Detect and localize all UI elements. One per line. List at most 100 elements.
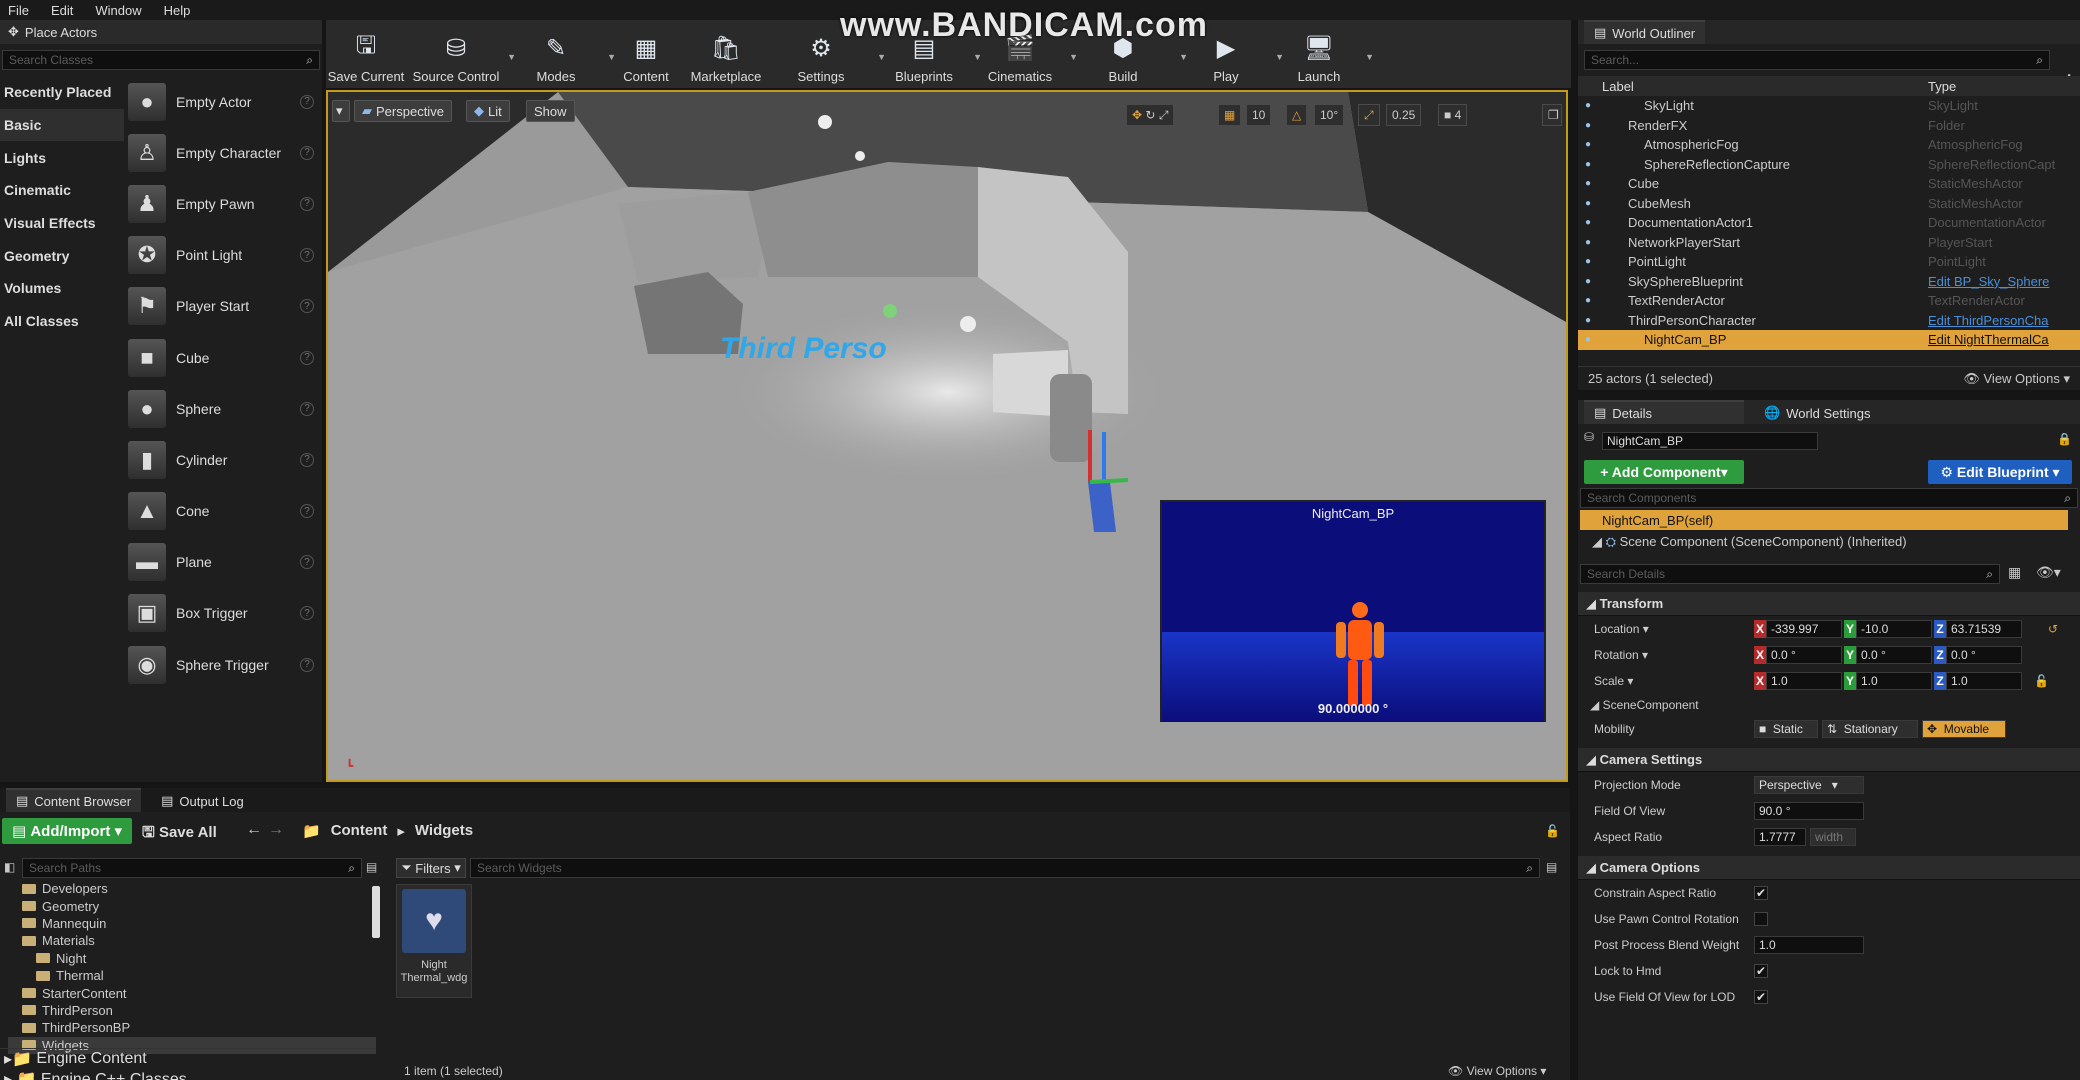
scene-component-subheader[interactable]: ◢ SceneComponent <box>1578 694 2080 716</box>
scale-snap-value[interactable]: 0.25 <box>1386 104 1422 126</box>
outliner-row[interactable]: ● CubeMesh StaticMeshActor <box>1578 194 2080 214</box>
folder-tree-item[interactable]: Night <box>8 950 376 967</box>
use-fov-for-lod-checkbox[interactable]: ✔ <box>1754 990 1768 1004</box>
show-button[interactable]: Show <box>526 100 575 122</box>
tab-world-outliner[interactable]: ▤ World Outliner <box>1584 20 1706 44</box>
lock-icon[interactable]: 🔓 <box>1545 824 1560 838</box>
tab-details[interactable]: ▤ Details <box>1584 400 1744 424</box>
actor-player-start[interactable]: ⚑ Player Start? <box>128 281 318 332</box>
help-icon[interactable]: ? <box>300 299 314 314</box>
scale-z-input[interactable]: 1.0 <box>1946 672 2022 690</box>
tree-scrollbar[interactable] <box>372 886 380 938</box>
column-label[interactable]: Label <box>1602 79 1634 94</box>
component-self-row[interactable]: NightCam_BP(self) <box>1580 510 2068 530</box>
visibility-eye-icon[interactable]: ● <box>1578 198 1598 209</box>
visibility-eye-icon[interactable]: ● <box>1578 120 1598 131</box>
actor-plane[interactable]: ▬ Plane? <box>128 537 318 588</box>
save-search-icon[interactable]: ▤ <box>1546 860 1557 874</box>
category-geometry[interactable]: Geometry <box>0 239 124 272</box>
search-widgets-input[interactable]: Search Widgets ⌕ <box>470 858 1540 878</box>
lock-icon[interactable]: 🔒 <box>2057 432 2072 446</box>
outliner-row[interactable]: ● NightCam_BP Edit NightThermalCa <box>1578 330 2080 350</box>
folder-tree-item[interactable]: Geometry <box>8 897 376 914</box>
use-pawn-control-rotation-checkbox[interactable] <box>1754 912 1768 926</box>
add-import-button[interactable]: ▤ Add/Import ▾ <box>2 818 132 844</box>
aspect-ratio-unit-select[interactable]: width <box>1810 828 1856 846</box>
search-classes-input[interactable]: Search Classes ⌕ <box>2 50 320 70</box>
category-basic[interactable]: Basic <box>0 108 124 142</box>
help-icon[interactable]: ? <box>300 401 314 416</box>
save-all-button[interactable]: 🖫 Save All <box>142 822 217 847</box>
folder-tree-item[interactable]: Materials <box>8 932 376 949</box>
mobility-movable-button[interactable]: ✥ Movable <box>1922 720 2006 738</box>
actor-cone[interactable]: ▲ Cone? <box>128 486 318 537</box>
marketplace-button[interactable]: 🛍 Marketplace <box>686 22 766 85</box>
level-viewport[interactable]: Third Perso ┗ ▾ ▰ Perspective ◆ Lit Show ✥… <box>326 90 1568 782</box>
outliner-row[interactable]: ● PointLight PointLight <box>1578 252 2080 272</box>
tab-world-settings[interactable]: 🌐 World Settings <box>1754 400 1881 424</box>
visibility-eye-icon[interactable]: ● <box>1578 256 1598 267</box>
rotation-x-input[interactable]: 0.0 ° <box>1766 646 1842 664</box>
rotation-label[interactable]: Rotation ▾ <box>1594 648 1648 662</box>
reset-icon[interactable]: ↺ <box>2048 622 2058 636</box>
edit-blueprint-link[interactable]: Edit ThirdPersonCha <box>1928 313 2048 328</box>
forward-icon[interactable]: → <box>268 821 284 839</box>
outliner-row[interactable]: ● DocumentationActor1 DocumentationActor <box>1578 213 2080 233</box>
visibility-eye-icon[interactable]: ● <box>1578 139 1598 150</box>
filters-button[interactable]: ⏷ Filters ▾ <box>396 858 466 878</box>
column-type[interactable]: Type <box>1928 79 1956 94</box>
breadcrumb-widgets[interactable]: Widgets <box>415 822 473 840</box>
outliner-row[interactable]: ● Cube StaticMeshActor <box>1578 174 2080 194</box>
add-component-button[interactable]: + Add Component ▾ <box>1584 460 1744 484</box>
camera-speed[interactable]: ■ 4 <box>1438 104 1468 126</box>
transform-header[interactable]: ◢ Transform <box>1578 592 2080 616</box>
engine-content-row[interactable]: ▸ 📁 Engine Content <box>0 1048 376 1068</box>
rotation-snap-toggle[interactable]: △ <box>1286 104 1308 126</box>
content-button[interactable]: ▦ Content <box>606 22 686 85</box>
category-all-classes[interactable]: All Classes <box>0 305 124 338</box>
outliner-row[interactable]: ● SkySphereBlueprint Edit BP_Sky_Sphere <box>1578 272 2080 292</box>
outliner-row[interactable]: ● AtmosphericFog AtmosphericFog <box>1578 135 2080 155</box>
asset-tile[interactable]: ♥ Night Thermal_wdg <box>396 884 472 998</box>
folder-tree-item[interactable]: ThirdPerson <box>8 1002 376 1019</box>
rotation-z-input[interactable]: 0.0 ° <box>1946 646 2022 664</box>
chevron-down-icon[interactable]: ▼ <box>1365 52 1374 62</box>
visibility-eye-icon[interactable]: ● <box>1578 159 1598 170</box>
category-recently-placed[interactable]: Recently Placed <box>0 76 124 109</box>
actor-name-input[interactable]: NightCam_BP <box>1602 432 1818 450</box>
scale-y-input[interactable]: 1.0 <box>1856 672 1932 690</box>
search-paths-input[interactable]: Search Paths ⌕ <box>22 858 362 878</box>
mobility-stationary-button[interactable]: ⇅ Stationary <box>1822 720 1918 738</box>
actor-cylinder[interactable]: ▮ Cylinder? <box>128 434 318 485</box>
rotation-y-input[interactable]: 0.0 ° <box>1856 646 1932 664</box>
actor-cube[interactable]: ■ Cube? <box>128 332 318 383</box>
help-icon[interactable]: ? <box>300 248 314 263</box>
lit-button[interactable]: ◆ Lit <box>466 100 510 122</box>
outliner-search-input[interactable]: Search... ⌕ <box>1584 50 2050 70</box>
menu-help[interactable]: Help <box>164 3 191 18</box>
menu-window[interactable]: Window <box>95 3 141 18</box>
category-visual-effects[interactable]: Visual Effects <box>0 207 124 240</box>
visibility-icon[interactable]: 👁▾ <box>2036 564 2061 581</box>
visibility-eye-icon[interactable]: ● <box>1578 217 1598 228</box>
tab-output-log[interactable]: ▤ Output Log <box>151 788 254 812</box>
back-icon[interactable]: ← <box>246 821 262 839</box>
lock-to-hmd-checkbox[interactable]: ✔ <box>1754 964 1768 978</box>
scale-label[interactable]: Scale ▾ <box>1594 674 1633 688</box>
help-icon[interactable]: ? <box>300 350 314 365</box>
folder-tree-item[interactable]: Mannequin <box>8 915 376 932</box>
scale-snap-toggle[interactable]: ⤢ <box>1358 104 1380 126</box>
help-icon[interactable]: ? <box>300 657 314 672</box>
outliner-row[interactable]: ● ThirdPersonCharacter Edit ThirdPersonCha <box>1578 311 2080 331</box>
folder-tree-item[interactable]: Thermal <box>8 967 376 984</box>
scale-icon[interactable]: ⤢ <box>1159 108 1169 123</box>
actor-box-trigger[interactable]: ▣ Box Trigger? <box>128 588 318 639</box>
help-icon[interactable]: ? <box>300 504 314 519</box>
outliner-row[interactable]: ● SkyLight SkyLight <box>1578 96 2080 116</box>
edit-blueprint-button[interactable]: ⚙ Edit Blueprint ▾ <box>1928 460 2072 484</box>
content-view-options-button[interactable]: 👁 View Options ▾ <box>1448 1064 1546 1078</box>
outliner-row[interactable]: ● TextRenderActor TextRenderActor <box>1578 291 2080 311</box>
camera-settings-header[interactable]: ◢ Camera Settings <box>1578 748 2080 772</box>
location-z-input[interactable]: 63.71539 <box>1946 620 2022 638</box>
actor-empty-actor[interactable]: ● Empty Actor? <box>128 76 318 127</box>
